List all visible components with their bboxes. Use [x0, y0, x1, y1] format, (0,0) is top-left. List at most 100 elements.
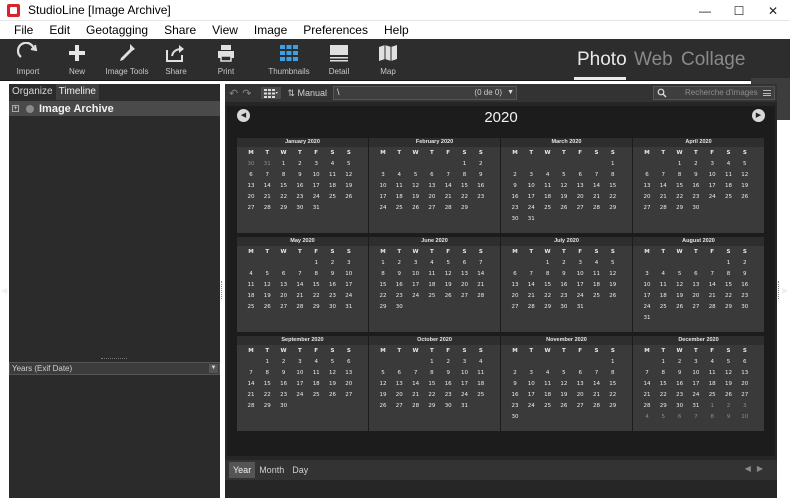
day-cell[interactable]: 15 [457, 183, 473, 189]
day-cell[interactable]: 15 [276, 183, 292, 189]
day-cell[interactable]: 13 [457, 271, 473, 277]
day-cell[interactable]: 20 [276, 293, 292, 299]
day-cell[interactable]: 24 [688, 392, 704, 398]
day-cell[interactable]: 21 [589, 194, 605, 200]
day-cell[interactable]: 15 [672, 183, 688, 189]
day-cell[interactable]: 8 [655, 370, 671, 376]
day-cell[interactable]: 12 [556, 381, 572, 387]
day-cell[interactable]: 5 [375, 370, 391, 376]
day-cell[interactable]: 18 [243, 293, 259, 299]
day-cell[interactable]: 6 [243, 172, 259, 178]
day-cell[interactable]: 5 [440, 260, 456, 266]
day-cell[interactable]: 9 [507, 183, 523, 189]
day-cell[interactable]: 4 [325, 161, 341, 167]
day-cell[interactable]: 27 [737, 392, 753, 398]
day-cell[interactable]: 27 [243, 205, 259, 211]
day-cell[interactable]: 19 [737, 183, 753, 189]
day-cell[interactable]: 18 [540, 194, 556, 200]
day-cell[interactable]: 29 [457, 205, 473, 211]
day-cell[interactable]: 30 [672, 403, 688, 409]
day-cell[interactable]: 8 [704, 414, 720, 420]
day-cell[interactable]: 21 [243, 392, 259, 398]
day-cell[interactable]: 17 [704, 183, 720, 189]
day-cell[interactable]: 31 [688, 403, 704, 409]
day-cell[interactable]: 8 [721, 271, 737, 277]
day-cell[interactable]: 10 [704, 172, 720, 178]
day-cell[interactable]: 2 [292, 161, 308, 167]
day-cell[interactable]: 2 [737, 260, 753, 266]
day-cell[interactable]: 5 [721, 359, 737, 365]
day-cell[interactable]: 6 [688, 271, 704, 277]
day-cell[interactable]: 26 [672, 304, 688, 310]
day-cell[interactable]: 2 [325, 260, 341, 266]
day-cell[interactable]: 16 [556, 282, 572, 288]
day-cell[interactable]: 28 [589, 403, 605, 409]
expand-icon[interactable]: + [12, 105, 19, 112]
day-cell[interactable]: 5 [737, 161, 753, 167]
day-cell[interactable]: 5 [605, 260, 621, 266]
day-cell[interactable]: 24 [457, 392, 473, 398]
day-cell[interactable]: 31 [523, 216, 539, 222]
day-cell[interactable]: 27 [424, 205, 440, 211]
day-cell[interactable]: 8 [375, 271, 391, 277]
month-panel[interactable]: July 2020 M T W T F S S 1 2 3 4 5 6 7 8 9 10 11 12 13 14 15 16 1… [501, 237, 632, 332]
day-cell[interactable]: 26 [259, 304, 275, 310]
day-cell[interactable]: 10 [308, 172, 324, 178]
day-cell[interactable]: 26 [556, 205, 572, 211]
day-cell[interactable]: 24 [523, 205, 539, 211]
day-cell[interactable]: 5 [556, 370, 572, 376]
day-cell[interactable]: 21 [408, 392, 424, 398]
day-cell[interactable]: 15 [259, 381, 275, 387]
day-cell[interactable]: 12 [672, 282, 688, 288]
day-cell[interactable]: 7 [589, 172, 605, 178]
day-cell[interactable]: 7 [259, 172, 275, 178]
day-cell[interactable]: 26 [325, 392, 341, 398]
tab-month[interactable]: Month [255, 462, 288, 478]
right-splitter-grip[interactable] [778, 281, 781, 299]
menu-file[interactable]: File [0, 23, 41, 37]
day-cell[interactable]: 18 [721, 183, 737, 189]
day-cell[interactable]: 25 [473, 392, 489, 398]
day-cell[interactable]: 17 [639, 293, 655, 299]
day-cell[interactable]: 12 [440, 271, 456, 277]
day-cell[interactable]: 24 [704, 194, 720, 200]
day-cell[interactable]: 17 [308, 183, 324, 189]
day-cell[interactable]: 25 [325, 194, 341, 200]
day-cell[interactable]: 13 [639, 183, 655, 189]
day-cell[interactable]: 9 [325, 271, 341, 277]
right-collapse-arrow-icon[interactable]: ▶ [782, 286, 788, 296]
day-cell[interactable]: 19 [259, 293, 275, 299]
day-cell[interactable]: 24 [639, 304, 655, 310]
day-cell[interactable]: 2 [507, 370, 523, 376]
day-cell[interactable]: 23 [737, 293, 753, 299]
day-cell[interactable]: 28 [259, 205, 275, 211]
day-cell[interactable]: 30 [391, 304, 407, 310]
day-cell[interactable]: 14 [292, 282, 308, 288]
day-cell[interactable]: 7 [655, 172, 671, 178]
day-cell[interactable]: 4 [424, 260, 440, 266]
day-cell[interactable]: 10 [341, 271, 357, 277]
day-cell[interactable]: 23 [688, 194, 704, 200]
day-cell[interactable]: 4 [589, 260, 605, 266]
search-field[interactable]: Recherche d'images [653, 86, 775, 100]
day-cell[interactable]: 29 [259, 403, 275, 409]
day-cell[interactable]: 26 [721, 392, 737, 398]
day-cell[interactable]: 20 [341, 381, 357, 387]
years-select[interactable]: Years (Exif Date) ▼ [9, 362, 220, 375]
day-cell[interactable]: 13 [391, 381, 407, 387]
day-cell[interactable]: 1 [308, 260, 324, 266]
day-cell[interactable]: 17 [523, 194, 539, 200]
day-cell[interactable]: 11 [243, 282, 259, 288]
day-cell[interactable]: 4 [639, 414, 655, 420]
chevron-down-icon[interactable]: ▼ [507, 89, 514, 96]
day-cell[interactable]: 23 [325, 293, 341, 299]
day-cell[interactable]: 29 [424, 403, 440, 409]
day-cell[interactable]: 29 [308, 304, 324, 310]
day-cell[interactable]: 10 [572, 271, 588, 277]
day-cell[interactable]: 16 [507, 194, 523, 200]
day-cell[interactable]: 23 [556, 293, 572, 299]
day-cell[interactable]: 4 [655, 271, 671, 277]
day-cell[interactable]: 29 [605, 205, 621, 211]
day-cell[interactable]: 15 [424, 381, 440, 387]
day-cell[interactable]: 27 [507, 304, 523, 310]
